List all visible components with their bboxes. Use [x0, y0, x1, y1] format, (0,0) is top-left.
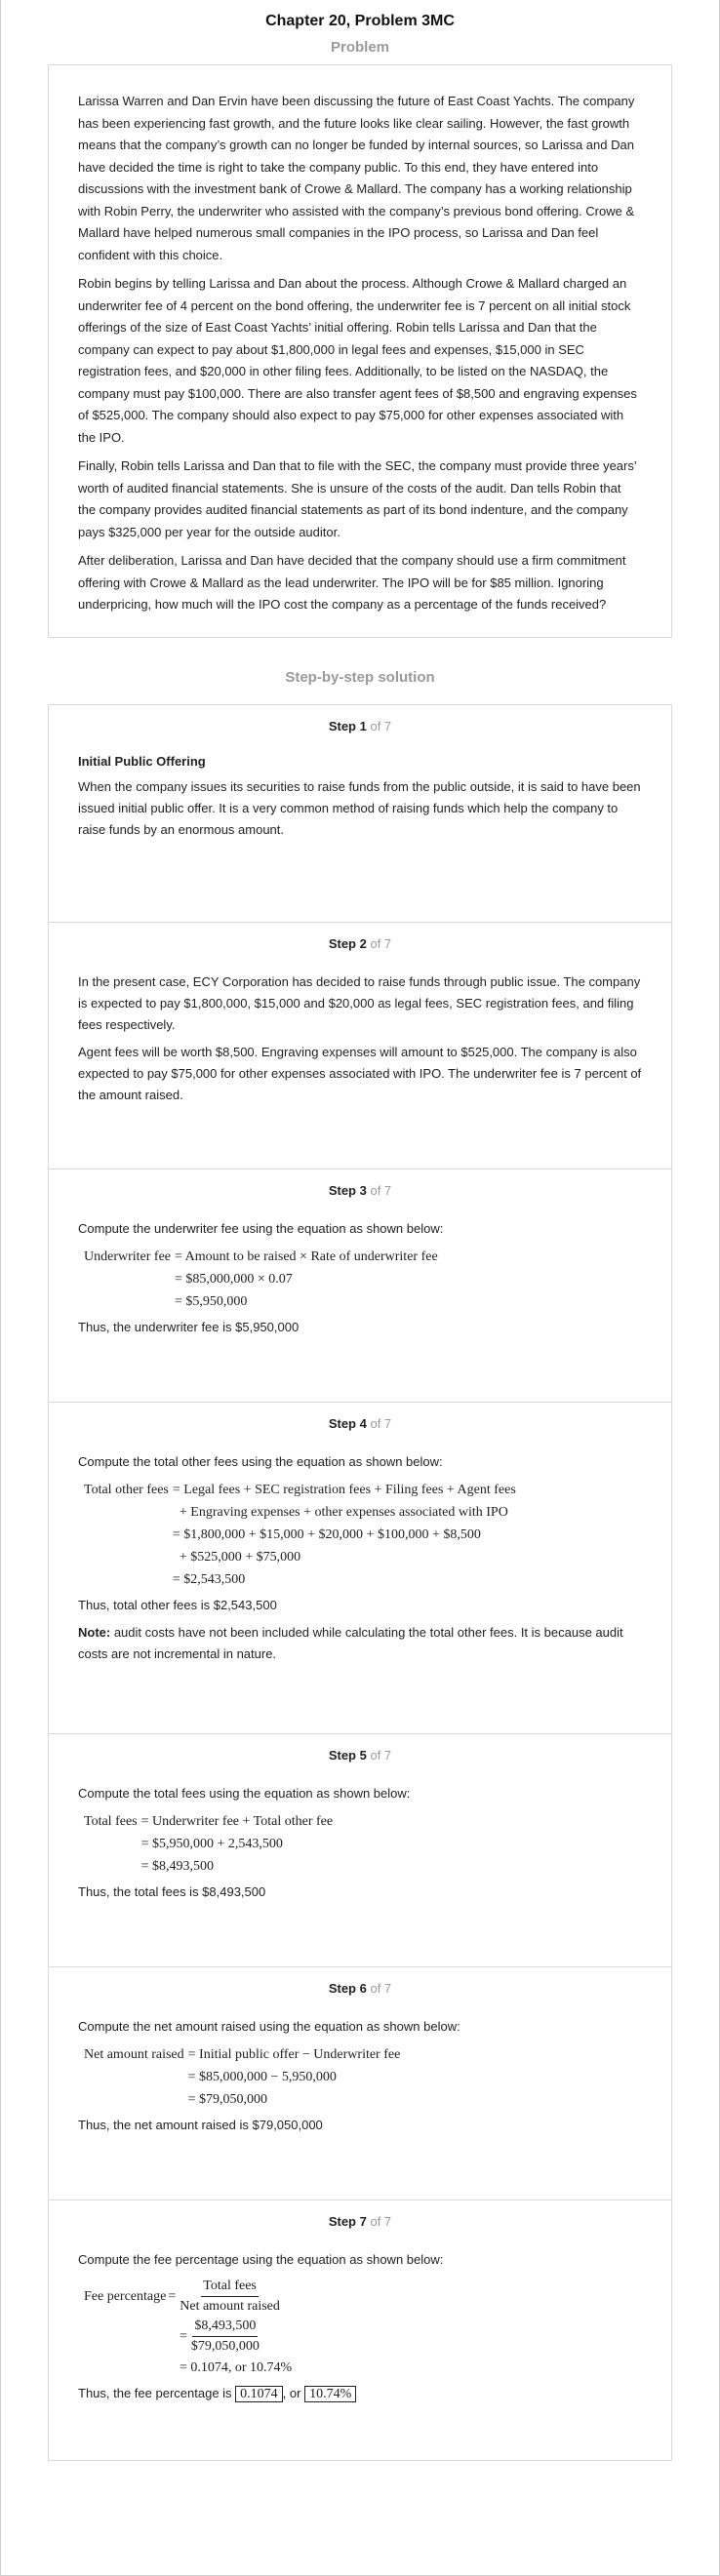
equation-lhs: Fee percentage	[84, 2288, 167, 2304]
solution-heading: Step-by-step solution	[285, 668, 435, 686]
step-count: of 7	[370, 935, 392, 951]
equation-line: = $85,000,000 − 5,950,000	[187, 2069, 337, 2084]
equation-line: = $1,800,000 + $15,000 + $20,000 + $100,…	[172, 1526, 481, 1542]
step-intro: Compute the total fees using the equatio…	[78, 1785, 411, 1801]
equation-lhs: Underwriter fee	[84, 1248, 172, 1264]
step-result: Thus, the underwriter fee is $5,950,000	[78, 1319, 300, 1334]
equation-line: = Underwriter fee + Total other fee	[140, 1813, 334, 1829]
problem-paragraph: Larissa Warren and Dan Ervin have been d…	[78, 94, 635, 262]
step-intro: Compute the total other fees using the e…	[78, 1453, 443, 1469]
step-7: Step 7 of 7 Compute the fee percentage u…	[49, 2200, 671, 2461]
result-prefix: Thus, the fee percentage is	[78, 2385, 236, 2400]
fraction-denominator: $79,050,000	[190, 2338, 260, 2354]
step-label: Step 5	[328, 1747, 367, 1763]
step-label: Step 6	[328, 1980, 367, 1996]
fraction-denominator: Net amount raised	[180, 2298, 280, 2314]
step-label: Step 4	[328, 1415, 367, 1431]
step-result: Thus, the net amount raised is $79,050,0…	[78, 2117, 323, 2132]
page-title: Chapter 20, Problem 3MC	[265, 13, 455, 29]
step-text: In the present case, ECY Corporation has…	[78, 973, 641, 1032]
step-label: Step 2	[328, 935, 367, 951]
step-2: Step 2 of 7 In the present case, ECY Cor…	[49, 923, 671, 1169]
page: Chapter 20, Problem 3MC Problem Larissa …	[0, 0, 720, 2576]
step-count: of 7	[370, 1415, 392, 1431]
fraction: Total fees Net amount raised	[178, 2277, 282, 2317]
step-header: Step 7 of 7	[78, 2200, 642, 2236]
step-count: of 7	[370, 1980, 392, 1996]
step-3: Step 3 of 7 Compute the underwriter fee …	[49, 1169, 671, 1403]
equation-line: = Initial public offer − Underwriter fee	[187, 2046, 401, 2062]
answer-box: 10.74%	[304, 2385, 357, 2402]
problem-paragraph: After deliberation, Larissa and Dan have…	[78, 553, 626, 612]
step-header: Step 3 of 7	[78, 1169, 642, 1205]
step-label: Step 1	[328, 718, 367, 733]
step-note: Note: audit costs have not been included…	[78, 1622, 642, 1665]
step-header: Step 4 of 7	[78, 1403, 642, 1438]
result-separator: , or	[282, 2385, 305, 2400]
step-count: of 7	[370, 1182, 392, 1198]
step-result: Thus, the fee percentage is 0.1074, or 1…	[78, 2383, 642, 2405]
equation-line: = $5,950,000	[175, 1293, 248, 1309]
step-count: of 7	[370, 718, 392, 733]
fraction: $8,493,500 $79,050,000	[189, 2317, 261, 2357]
step-intro: Compute the net amount raised using the …	[78, 2018, 460, 2034]
equation-line: = Amount to be raised × Rate of underwri…	[175, 1248, 438, 1264]
step-6: Step 6 of 7 Compute the net amount raise…	[49, 1967, 671, 2200]
step-5: Step 5 of 7 Compute the total fees using…	[49, 1734, 671, 1967]
answer-box: 0.1074	[235, 2385, 283, 2402]
note-text: audit costs have not been included while…	[78, 1624, 623, 1661]
step-count: of 7	[370, 2213, 392, 2229]
step-header: Step 5 of 7	[78, 1734, 642, 1769]
problem-paragraph: Finally, Robin tells Larissa and Dan tha…	[78, 458, 637, 539]
step-4: Step 4 of 7 Compute the total other fees…	[49, 1403, 671, 1734]
step-count: of 7	[370, 1747, 392, 1763]
equation-lhs: Total other fees	[84, 1482, 169, 1497]
step-label: Step 7	[328, 2213, 367, 2229]
equation-line: = $79,050,000	[187, 2091, 268, 2107]
equation-line: = $8,493,500	[140, 1858, 215, 1874]
equation-line: = $2,543,500	[172, 1571, 246, 1587]
step-result: Thus, total other fees is $2,543,500	[78, 1597, 277, 1612]
equation: Fee percentage = Total fees Net amount r…	[84, 2277, 642, 2379]
step-header: Step 1 of 7	[78, 705, 642, 740]
problem-card: Larissa Warren and Dan Ervin have been d…	[48, 64, 672, 638]
equation-line: = $85,000,000 × 0.07	[175, 1271, 293, 1287]
step-text: When the company issues its securities t…	[78, 778, 641, 837]
step-header: Step 6 of 7	[78, 1967, 642, 2002]
step-label: Step 3	[328, 1182, 367, 1198]
equation: Total fees = Underwriter fee + Total oth…	[84, 1810, 642, 1878]
equation: Net amount raised = Initial public offer…	[84, 2043, 642, 2111]
step-result: Thus, the total fees is $8,493,500	[78, 1883, 266, 1899]
problem-paragraph: Robin begins by telling Larissa and Dan …	[78, 276, 637, 445]
solution-steps: Step 1 of 7 Initial Public Offering When…	[48, 703, 672, 2461]
problem-heading: Problem	[330, 39, 389, 56]
fraction-numerator: Total fees	[201, 2277, 259, 2297]
equation-lhs: Net amount raised	[84, 2046, 184, 2062]
equation-line: = 0.1074, or 10.74%	[180, 2359, 293, 2375]
step-header: Step 2 of 7	[78, 923, 642, 958]
equation: Underwriter fee = Amount to be raised × …	[84, 1246, 642, 1313]
equation: Total other fees = Legal fees + SEC regi…	[84, 1479, 642, 1591]
equation-line: + $525,000 + $75,000	[172, 1549, 301, 1565]
equation-line: + Engraving expenses + other expenses as…	[172, 1504, 508, 1520]
fraction-numerator: $8,493,500	[192, 2317, 259, 2337]
step-text: Agent fees will be worth $8,500. Engravi…	[78, 1044, 642, 1102]
step-intro: Compute the fee percentage using the equ…	[78, 2251, 444, 2267]
step-heading: Initial Public Offering	[78, 753, 206, 769]
step-intro: Compute the underwriter fee using the eq…	[78, 1220, 444, 1236]
note-label: Note:	[78, 1624, 111, 1640]
equation-line: = Legal fees + SEC registration fees + F…	[172, 1482, 516, 1497]
equation-line: = $5,950,000 + 2,543,500	[140, 1836, 283, 1851]
step-1: Step 1 of 7 Initial Public Offering When…	[49, 705, 671, 923]
equation-lhs: Total fees	[84, 1813, 138, 1829]
